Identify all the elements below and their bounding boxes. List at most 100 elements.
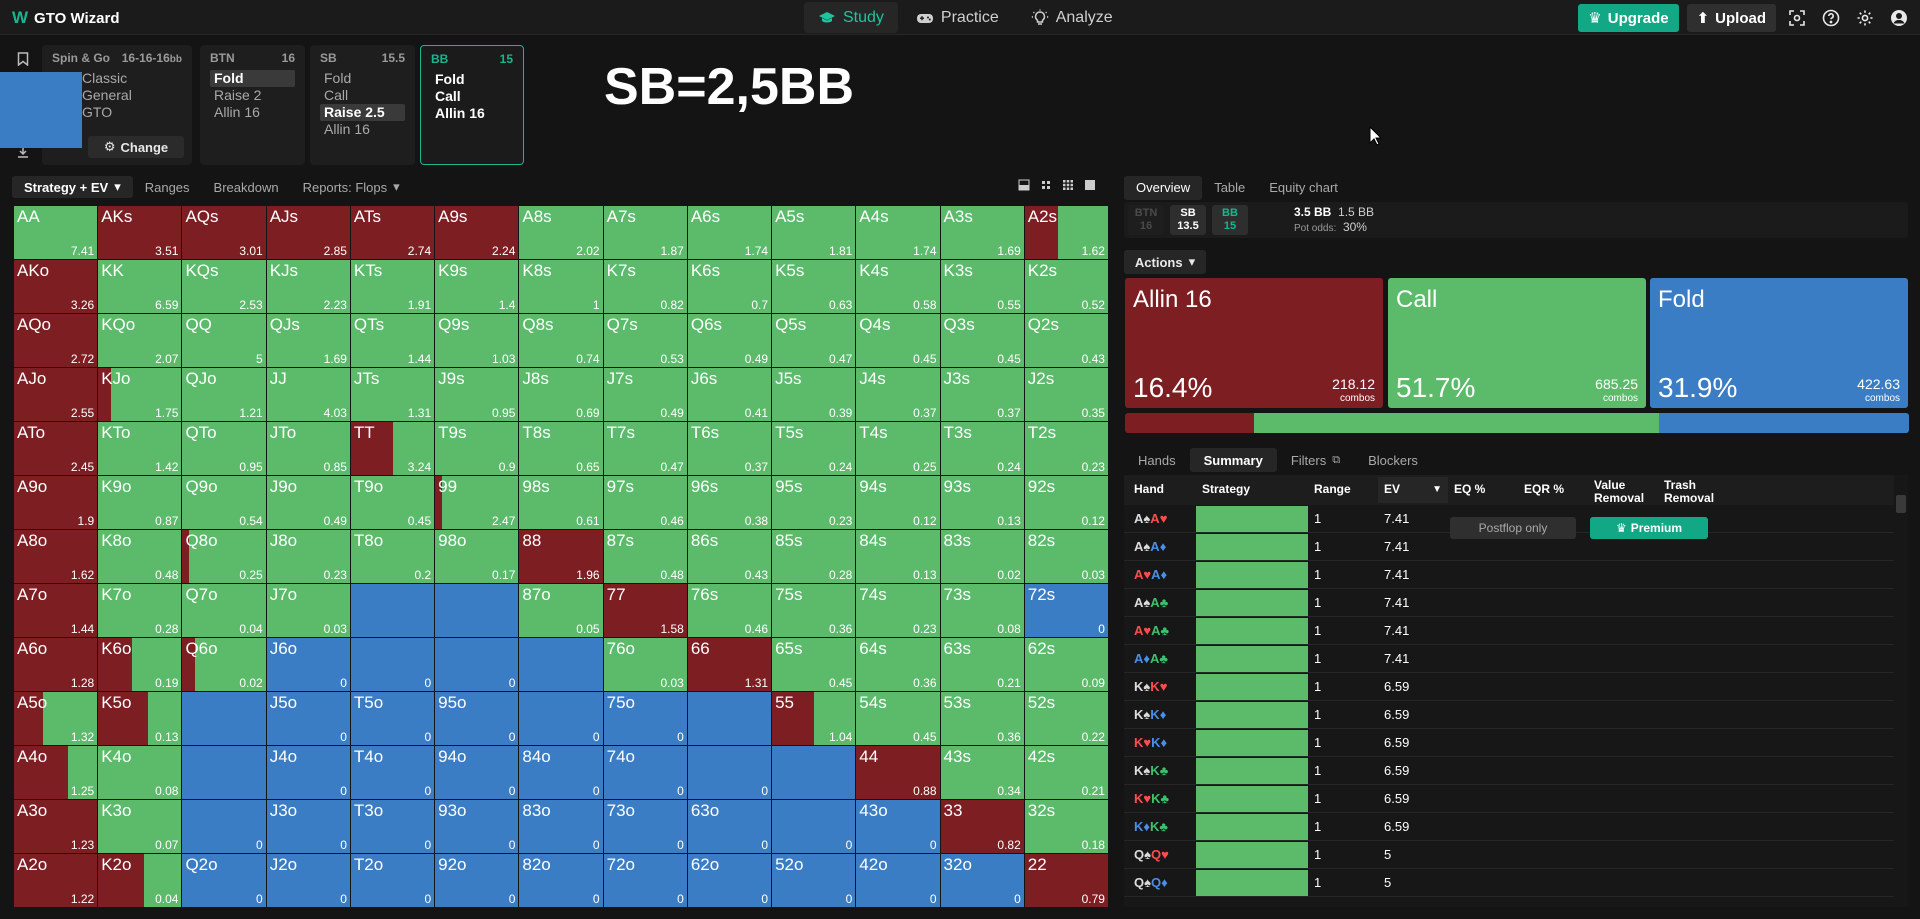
position-action[interactable]: Raise 2.5 (320, 104, 405, 121)
hand-cell[interactable]: 0 (687, 746, 772, 799)
hand-cell[interactable]: J4s 0.37 (856, 368, 940, 421)
hand-cell[interactable]: A7o 1.44 (14, 584, 98, 637)
hand-cell[interactable]: 44 0.88 (856, 746, 940, 799)
view-full-icon[interactable] (1084, 178, 1096, 190)
seat-bb[interactable]: BB 15 (1212, 205, 1248, 235)
hand-cell[interactable]: J3s 0.37 (940, 368, 1024, 421)
hand-cell[interactable]: T9s 0.9 (435, 422, 519, 475)
hand-cell[interactable]: 99 2.47 (435, 476, 519, 529)
hand-cell[interactable]: KTo 1.42 (98, 422, 182, 475)
action-box-allin[interactable]: Allin 16 16.4% 218.12 combos (1125, 278, 1383, 408)
hand-cell[interactable]: 92s 0.12 (1024, 476, 1108, 529)
col-value-removal[interactable]: Value Removal (1594, 479, 1654, 505)
table-row[interactable]: A♥A♣ 1 7.41 (1124, 617, 1894, 645)
hand-cell[interactable]: 53s 0.36 (940, 692, 1024, 745)
hand-cell[interactable]: 84o 0 (519, 746, 603, 799)
hand-cell[interactable]: 32s 0.18 (1024, 800, 1108, 853)
hand-cell[interactable]: T4o 0 (350, 746, 435, 799)
hand-cell[interactable]: 42s 0.21 (1024, 746, 1108, 799)
hand-cell[interactable]: JJ 4.03 (266, 368, 350, 421)
hand-cell[interactable]: K7o 0.28 (98, 584, 182, 637)
hand-cell[interactable]: A3o 1.23 (14, 800, 98, 853)
hand-cell[interactable] (772, 746, 856, 799)
position-action[interactable]: Call (431, 88, 513, 105)
hand-cell[interactable]: 95o 0 (435, 692, 519, 745)
hand-cell[interactable]: 72o 0 (603, 854, 687, 907)
hand-cell[interactable]: 94o 0 (435, 746, 519, 799)
hand-cell[interactable]: K9o 0.87 (98, 476, 182, 529)
hand-cell[interactable]: AKs 3.51 (98, 206, 182, 259)
gear-icon[interactable] (1852, 5, 1878, 31)
hand-cell[interactable]: JTo 0.85 (266, 422, 350, 475)
help-icon[interactable] (1818, 5, 1844, 31)
table-row[interactable]: K♥K♣ 1 6.59 (1124, 785, 1894, 813)
position-action[interactable]: Allin 16 (431, 105, 513, 122)
hand-cell[interactable]: K7s 0.82 (603, 260, 687, 313)
col-eq[interactable]: EQ % (1454, 483, 1485, 496)
hand-cell[interactable]: 32o 0 (940, 854, 1024, 907)
tab-filters[interactable]: Filters ⧉ (1277, 448, 1354, 472)
hand-cell[interactable]: T2s 0.23 (1024, 422, 1108, 475)
hand-cell[interactable]: K6s 0.7 (687, 260, 772, 313)
tab-ranges[interactable]: Ranges (133, 176, 202, 198)
hand-cell[interactable]: 92o 0 (435, 854, 519, 907)
hand-cell[interactable]: T5o 0 (350, 692, 435, 745)
hand-cell[interactable]: A4o 1.25 (14, 746, 98, 799)
hand-cell[interactable]: 42o 0 (856, 854, 940, 907)
hand-cell[interactable]: Q6s 0.49 (687, 314, 772, 367)
hand-cell[interactable]: KK 6.59 (98, 260, 182, 313)
hand-cell[interactable]: Q8s 0.74 (519, 314, 603, 367)
hand-cell[interactable]: KJs 2.23 (266, 260, 350, 313)
tab-hands[interactable]: Hands (1124, 448, 1190, 472)
position-action[interactable]: Allin 16 (210, 104, 295, 121)
hand-cell[interactable]: Q8o 0.25 (182, 530, 266, 583)
hand-cell[interactable]: 65s 0.45 (772, 638, 856, 691)
hand-cell[interactable]: TT 3.24 (350, 422, 435, 475)
hand-cell[interactable]: Q7o 0.04 (182, 584, 266, 637)
scrollbar-thumb[interactable] (1896, 495, 1906, 513)
hand-cell[interactable]: K4s 0.58 (856, 260, 940, 313)
hand-cell[interactable]: 66 1.31 (687, 638, 772, 691)
logo[interactable]: W GTO Wizard (12, 8, 119, 28)
hand-cell[interactable]: T3s 0.24 (940, 422, 1024, 475)
hand-cell[interactable] (182, 692, 266, 745)
hand-cell[interactable]: 63o 0 (687, 800, 772, 853)
table-row[interactable]: K♠K♣ 1 6.59 (1124, 757, 1894, 785)
hand-cell[interactable]: K2o 0.04 (98, 854, 182, 907)
action-box-call[interactable]: Call 51.7% 685.25 combos (1388, 278, 1646, 408)
hand-cell[interactable]: Q3s 0.45 (940, 314, 1024, 367)
hand-cell[interactable]: K3s 0.55 (940, 260, 1024, 313)
change-button[interactable]: ⚙ Change (88, 136, 184, 158)
hand-cell[interactable]: 82s 0.03 (1024, 530, 1108, 583)
hand-cell[interactable]: 83s 0.02 (940, 530, 1024, 583)
hand-cell[interactable]: Q2o 0 (182, 854, 266, 907)
hand-cell[interactable]: 95s 0.23 (772, 476, 856, 529)
hand-cell[interactable]: AJo 2.55 (14, 368, 98, 421)
col-strategy[interactable]: Strategy (1202, 483, 1250, 496)
hand-cell[interactable]: 0 (519, 692, 603, 745)
hand-cell[interactable]: Q9s 1.03 (435, 314, 519, 367)
hand-cell[interactable]: 73o 0 (603, 800, 687, 853)
col-trash-removal[interactable]: Trash Removal (1664, 479, 1724, 505)
hand-cell[interactable]: 83o 0 (519, 800, 603, 853)
table-row[interactable]: A♥A♦ 1 7.41 (1124, 561, 1894, 589)
hand-cell[interactable] (182, 746, 266, 799)
hand-cell[interactable]: 77 1.58 (603, 584, 687, 637)
hand-cell[interactable]: Q7s 0.53 (603, 314, 687, 367)
hand-cell[interactable]: J9s 0.95 (435, 368, 519, 421)
hand-cell[interactable]: AKo 3.26 (14, 260, 98, 313)
hand-cell[interactable]: 52o 0 (772, 854, 856, 907)
actions-dropdown[interactable]: Actions ▾ (1124, 250, 1206, 274)
position-panel-sb[interactable]: SB 15.5 Fold Call Raise 2.5 Allin 16 (310, 45, 415, 165)
nav-study[interactable]: Study (804, 2, 898, 33)
hand-cell[interactable]: J7o 0.03 (266, 584, 350, 637)
hand-cell[interactable]: 52s 0.22 (1024, 692, 1108, 745)
hand-cell[interactable]: T3o 0 (350, 800, 435, 853)
hand-cell[interactable]: 64s 0.36 (856, 638, 940, 691)
hand-cell[interactable]: 88 1.96 (519, 530, 603, 583)
hand-cell[interactable] (519, 638, 603, 691)
hand-cell[interactable]: QJs 1.69 (266, 314, 350, 367)
position-action[interactable]: Fold (210, 70, 295, 87)
hand-cell[interactable]: 74s 0.23 (856, 584, 940, 637)
hand-cell[interactable]: T7s 0.47 (603, 422, 687, 475)
